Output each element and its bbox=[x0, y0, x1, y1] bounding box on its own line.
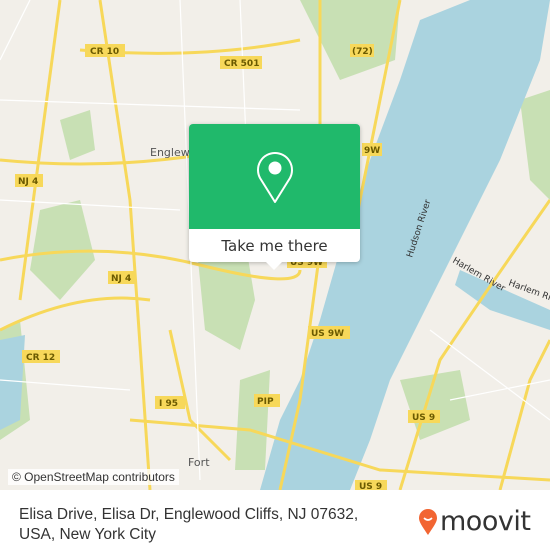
svg-text:US 9: US 9 bbox=[412, 413, 435, 423]
popup-pointer bbox=[265, 261, 283, 270]
map-pin-icon bbox=[256, 151, 293, 203]
location-popup: Take me there bbox=[189, 124, 360, 262]
svg-text:9W: 9W bbox=[364, 146, 380, 156]
svg-text:NJ 4: NJ 4 bbox=[18, 177, 38, 187]
place-label-fort: Fort bbox=[188, 456, 210, 469]
moovit-pin-icon bbox=[419, 508, 437, 535]
svg-text:US 9W: US 9W bbox=[311, 329, 344, 339]
svg-text:CR 12: CR 12 bbox=[26, 353, 55, 363]
take-me-there-button[interactable]: Take me there bbox=[189, 229, 360, 262]
logo-text: moovit bbox=[440, 506, 531, 537]
address-text: Elisa Drive, Elisa Dr, Englewood Cliffs,… bbox=[19, 506, 359, 543]
svg-text:US 9: US 9 bbox=[359, 482, 382, 490]
svg-text:(72): (72) bbox=[352, 47, 373, 57]
svg-text:PIP: PIP bbox=[257, 397, 274, 407]
popup-header bbox=[189, 124, 360, 229]
svg-text:I 95: I 95 bbox=[159, 399, 178, 409]
map-attribution[interactable]: © OpenStreetMap contributors bbox=[8, 469, 179, 485]
moovit-logo[interactable]: moovit bbox=[418, 506, 531, 537]
svg-text:CR 10: CR 10 bbox=[90, 47, 119, 57]
svg-text:CR 501: CR 501 bbox=[224, 59, 259, 69]
svg-text:NJ 4: NJ 4 bbox=[111, 274, 131, 284]
